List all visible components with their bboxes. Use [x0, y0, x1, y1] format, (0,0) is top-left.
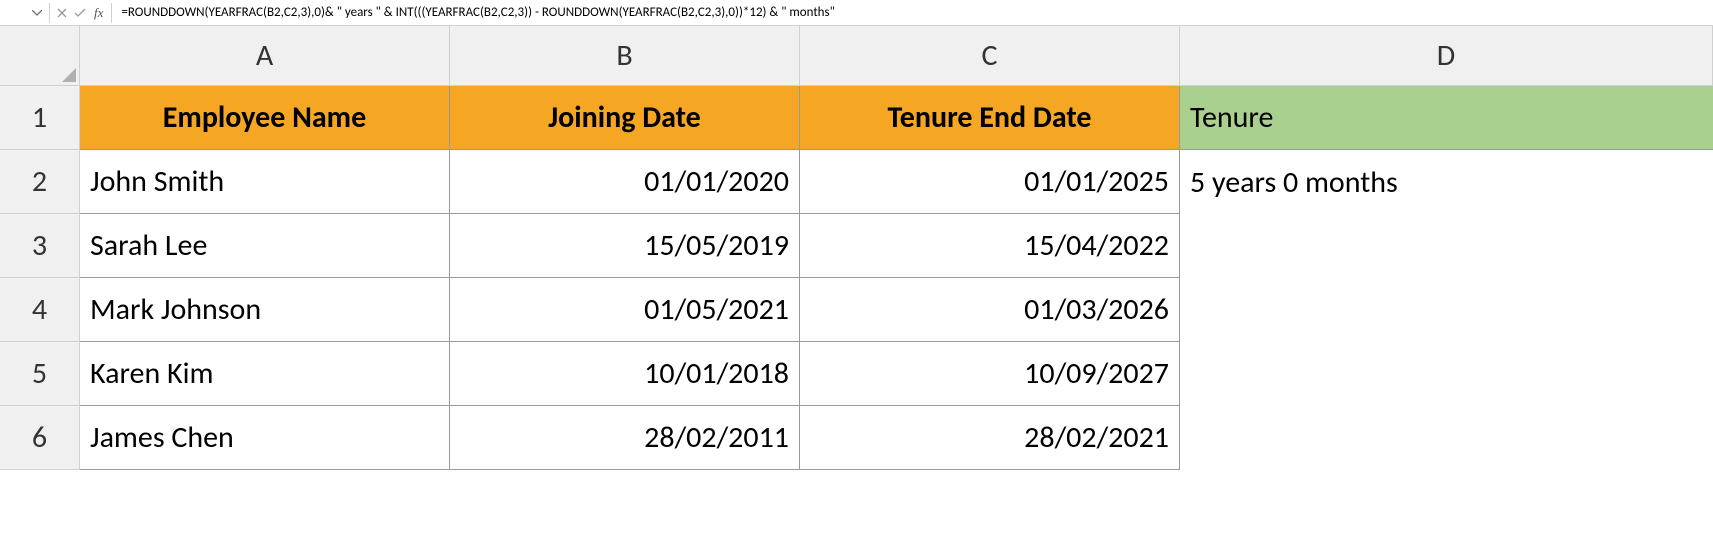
name-box-dropdown-icon[interactable]: [28, 3, 46, 23]
cell-D6[interactable]: [1180, 406, 1713, 470]
cell-A5[interactable]: Karen Kim: [80, 342, 450, 406]
cell-B2[interactable]: 01/01/2020: [450, 150, 800, 214]
column-header-C[interactable]: C: [800, 26, 1180, 86]
cell-D2[interactable]: 5 years 0 months: [1180, 150, 1713, 214]
cell-C4[interactable]: 01/03/2026: [800, 278, 1180, 342]
cell-C1[interactable]: Tenure End Date: [800, 86, 1180, 150]
row-header-3[interactable]: 3: [0, 214, 80, 278]
spreadsheet-grid: A B C D 1 Employee Name Joining Date Ten…: [0, 26, 1713, 470]
row-header-6[interactable]: 6: [0, 406, 80, 470]
cell-B3[interactable]: 15/05/2019: [450, 214, 800, 278]
column-header-D[interactable]: D: [1180, 26, 1713, 86]
column-header-B[interactable]: B: [450, 26, 800, 86]
select-all-corner[interactable]: [0, 26, 80, 86]
cell-B4[interactable]: 01/05/2021: [450, 278, 800, 342]
cell-A1[interactable]: Employee Name: [80, 86, 450, 150]
cell-A2[interactable]: John Smith: [80, 150, 450, 214]
cell-C2[interactable]: 01/01/2025: [800, 150, 1180, 214]
cell-A6[interactable]: James Chen: [80, 406, 450, 470]
cell-B1[interactable]: Joining Date: [450, 86, 800, 150]
formula-input[interactable]: [115, 3, 1713, 22]
cell-C6[interactable]: 28/02/2021: [800, 406, 1180, 470]
cell-C3[interactable]: 15/04/2022: [800, 214, 1180, 278]
row-header-2[interactable]: 2: [0, 150, 80, 214]
cell-D4[interactable]: [1180, 278, 1713, 342]
row-header-5[interactable]: 5: [0, 342, 80, 406]
cell-D5[interactable]: [1180, 342, 1713, 406]
cell-A4[interactable]: Mark Johnson: [80, 278, 450, 342]
row-header-1[interactable]: 1: [0, 86, 80, 150]
divider: [49, 3, 50, 23]
column-header-A[interactable]: A: [80, 26, 450, 86]
cancel-icon[interactable]: [53, 3, 71, 23]
enter-icon[interactable]: [71, 3, 89, 23]
cell-C5[interactable]: 10/09/2027: [800, 342, 1180, 406]
fx-button[interactable]: fx: [89, 5, 108, 21]
cell-A3[interactable]: Sarah Lee: [80, 214, 450, 278]
cell-D1[interactable]: Tenure: [1180, 86, 1713, 150]
cell-B5[interactable]: 10/01/2018: [450, 342, 800, 406]
cell-D3[interactable]: [1180, 214, 1713, 278]
cell-B6[interactable]: 28/02/2011: [450, 406, 800, 470]
divider: [111, 3, 112, 23]
row-header-4[interactable]: 4: [0, 278, 80, 342]
formula-bar: fx: [0, 0, 1713, 26]
